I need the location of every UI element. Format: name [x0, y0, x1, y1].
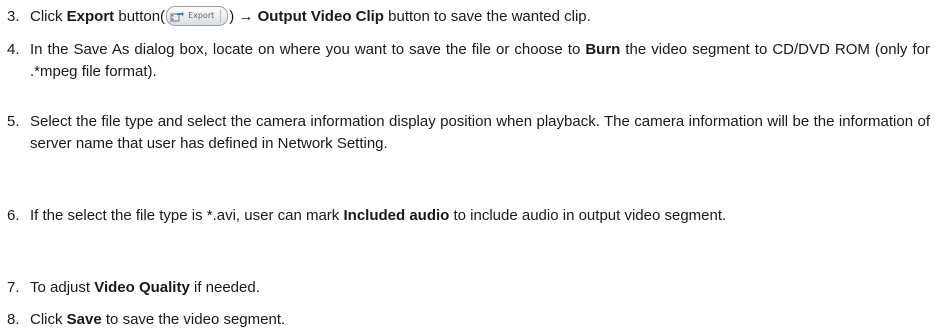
button-divider [220, 10, 222, 23]
step-8: 8. Click Save to save the video segment. [0, 309, 938, 331]
step-3: 3. Click Export button(Export) → Output … [0, 6, 938, 28]
step-text: If the select the file type is *.avi, us… [30, 207, 344, 224]
step-number: 7. [7, 279, 20, 296]
step-number: 4. [7, 41, 20, 58]
step-number: 6. [7, 207, 20, 224]
bold-term: Included audio [343, 207, 450, 224]
step-number: 5. [7, 113, 20, 130]
bold-term: Video Quality [94, 279, 190, 296]
step-number: 3. [7, 8, 20, 25]
step-text: button to save the wanted clip. [383, 8, 591, 25]
step-text: ) → [229, 8, 258, 25]
step-number: 8. [7, 311, 20, 328]
step-text: Select the file type and select the came… [30, 113, 930, 152]
bold-term: Save [66, 311, 102, 328]
step-5: 5. Select the file type and select the c… [0, 111, 938, 155]
step-text: In the Save As dialog box, locate on whe… [30, 41, 586, 58]
step-text: to save the video segment. [101, 311, 286, 328]
step-4: 4. In the Save As dialog box, locate on … [0, 39, 938, 83]
step-text: button( [114, 8, 166, 25]
bold-term: Output Video Clip [257, 8, 384, 25]
step-text: To adjust [30, 279, 95, 296]
step-text: to include audio in output video segment… [449, 207, 727, 224]
step-text: Click [30, 311, 67, 328]
step-6: 6. If the select the file type is *.avi,… [0, 205, 938, 227]
bold-term: Burn [585, 41, 621, 58]
step-7: 7. To adjust Video Quality if needed. [0, 277, 938, 299]
step-text: if needed. [189, 279, 260, 296]
export-film-icon [170, 10, 185, 22]
export-button-label: Export [188, 11, 215, 21]
step-text: Click [30, 8, 67, 25]
export-button[interactable]: Export [166, 6, 229, 27]
bold-term: Export [66, 8, 115, 25]
